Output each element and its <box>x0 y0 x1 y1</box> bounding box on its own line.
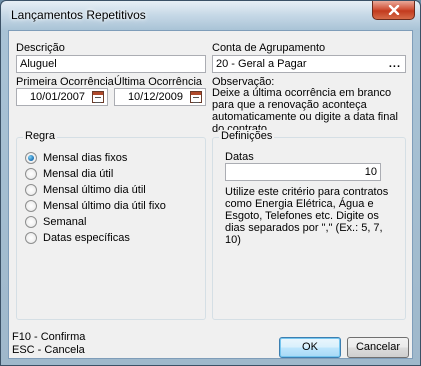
radio-button[interactable] <box>25 232 37 244</box>
datas-label: Datas <box>225 151 254 163</box>
conta-input[interactable]: 20 - Geral a Pagar ... <box>212 55 406 73</box>
dialog-window: Lançamentos Repetitivos Descrição Alugue… <box>0 0 421 366</box>
regra-group: Regra Mensal dias fixos Mensal dia útil … <box>16 130 206 320</box>
descricao-label: Descrição <box>16 42 65 54</box>
radio-label: Mensal dias fixos <box>43 152 128 164</box>
primeira-date-input[interactable]: 10/01/2007 <box>16 88 108 106</box>
ultima-label: Última Ocorrência <box>114 76 203 88</box>
radio-mensal-ultimo-dia-util-fixo[interactable]: Mensal último dia útil fixo <box>25 198 166 214</box>
regra-title: Regra <box>23 130 57 142</box>
radio-mensal-dia-util[interactable]: Mensal dia útil <box>25 166 113 182</box>
calendar-icon[interactable] <box>190 91 202 103</box>
close-button[interactable] <box>372 1 415 20</box>
definicoes-title: Definições <box>219 130 275 142</box>
dialog-body: Descrição Aluguel Conta de Agrupamento 2… <box>8 30 413 359</box>
radio-semanal[interactable]: Semanal <box>25 214 86 230</box>
window-title: Lançamentos Repetitivos <box>11 8 146 22</box>
radio-button[interactable] <box>25 152 37 164</box>
datas-input[interactable]: 10 <box>225 163 381 181</box>
conta-label: Conta de Agrupamento <box>212 42 326 54</box>
radio-mensal-ultimo-dia-util[interactable]: Mensal último dia útil <box>25 182 146 198</box>
radio-label: Mensal último dia útil fixo <box>43 200 166 212</box>
cancel-button[interactable]: Cancelar <box>347 337 409 358</box>
radio-button[interactable] <box>25 184 37 196</box>
observacao-text: Deixe a última ocorrência em branco para… <box>212 87 398 135</box>
ultima-value: 10/12/2009 <box>127 91 183 103</box>
calendar-icon[interactable] <box>92 91 104 103</box>
radio-button[interactable] <box>25 216 37 228</box>
descricao-input[interactable]: Aluguel <box>16 55 206 73</box>
primeira-label: Primeira Ocorrência <box>16 76 114 88</box>
radio-mensal-dias-fixos[interactable]: Mensal dias fixos <box>25 150 127 166</box>
definicoes-group: Definições Datas 10 Utilize este critéri… <box>212 130 406 320</box>
radio-label: Datas específicas <box>43 232 130 244</box>
close-icon <box>388 5 400 15</box>
hotkey-confirm: F10 - Confirma <box>12 331 86 343</box>
radio-button[interactable] <box>25 200 37 212</box>
radio-button[interactable] <box>25 168 37 180</box>
radio-datas-especificas[interactable]: Datas específicas <box>25 230 130 246</box>
conta-value: 20 - Geral a Pagar <box>216 58 307 70</box>
primeira-value: 10/01/2007 <box>29 91 85 103</box>
ultima-date-input[interactable]: 10/12/2009 <box>114 88 206 106</box>
radio-label: Mensal último dia útil <box>43 184 146 196</box>
radio-label: Semanal <box>43 216 87 228</box>
ok-button[interactable]: OK <box>279 337 341 358</box>
radio-label: Mensal dia útil <box>43 168 114 180</box>
definicoes-help-text: Utilize este critério para contratos com… <box>225 186 389 246</box>
title-bar[interactable]: Lançamentos Repetitivos <box>1 1 420 29</box>
hotkey-cancel: ESC - Cancela <box>12 344 85 356</box>
conta-lookup-button[interactable]: ... <box>389 56 401 72</box>
